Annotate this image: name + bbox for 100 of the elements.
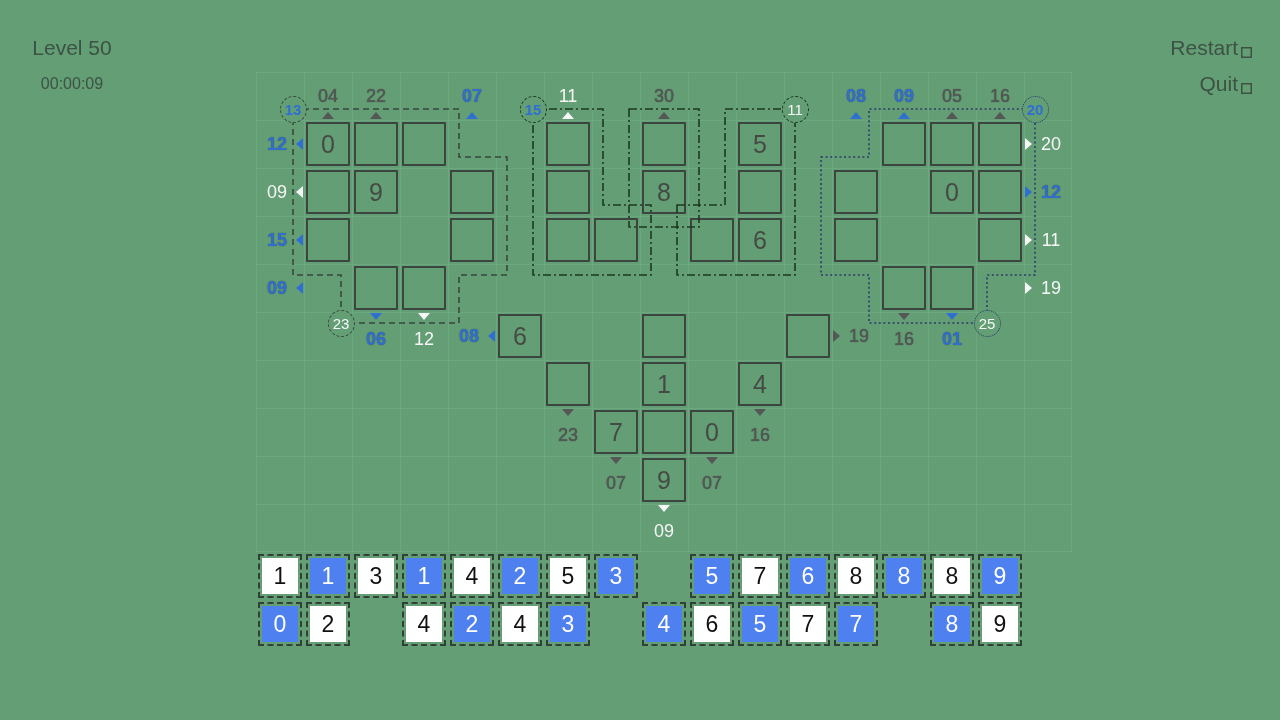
board-cell[interactable] [882,122,926,166]
board-cell[interactable] [642,122,686,166]
clue-number: 19 [1041,279,1061,297]
cage-total: 11 [781,95,809,123]
triangle-pointer-icon [994,112,1006,119]
board-cell: 9 [354,170,398,214]
board-cell[interactable] [978,218,1022,262]
number-tile[interactable]: 7 [738,554,782,598]
triangle-pointer-icon [1025,234,1032,246]
board-cell[interactable] [450,170,494,214]
triangle-pointer-icon [850,112,862,119]
number-tile[interactable]: 4 [450,554,494,598]
number-tile[interactable]: 5 [690,554,734,598]
number-tile[interactable]: 3 [546,602,590,646]
triangle-pointer-icon [706,457,718,464]
board-cell[interactable] [690,218,734,262]
board-cell: 7 [594,410,638,454]
number-tile[interactable]: 5 [546,554,590,598]
number-tile[interactable]: 7 [786,602,830,646]
cage-total: 25 [973,309,1001,337]
board-cell[interactable] [594,218,638,262]
board-cell: 0 [690,410,734,454]
board-cell[interactable] [354,266,398,310]
clue-number: 08 [459,327,479,345]
number-tile[interactable]: 9 [978,554,1022,598]
clue-number: 01 [942,330,962,348]
number-tile[interactable]: 1 [306,554,350,598]
number-tile[interactable]: 8 [882,554,926,598]
triangle-pointer-icon [488,330,495,342]
board-cell[interactable] [546,218,590,262]
level-title: Level 50 [32,36,112,60]
triangle-pointer-icon [1025,138,1032,150]
clue-number: 04 [318,87,338,105]
number-tile[interactable]: 4 [402,602,446,646]
triangle-pointer-icon [296,234,303,246]
board-cell[interactable] [738,170,782,214]
triangle-pointer-icon [754,409,766,416]
number-tile[interactable]: 1 [258,554,302,598]
number-tile[interactable]: 8 [930,602,974,646]
triangle-pointer-icon [370,313,382,320]
square-icon [1241,46,1252,58]
number-tile[interactable]: 7 [834,602,878,646]
board-cell[interactable] [930,266,974,310]
number-tile[interactable]: 8 [834,554,878,598]
triangle-pointer-icon [418,313,430,320]
board-cell[interactable] [978,170,1022,214]
board-cell: 9 [642,458,686,502]
board-cell[interactable] [546,170,590,214]
board-cell[interactable] [450,218,494,262]
board-cell[interactable] [546,362,590,406]
board-cell[interactable] [786,314,830,358]
board-cell[interactable] [978,122,1022,166]
board-cell[interactable] [834,218,878,262]
number-tile[interactable]: 4 [642,602,686,646]
number-tile[interactable]: 3 [594,554,638,598]
number-tile[interactable]: 6 [786,554,830,598]
cage-total: 13 [279,95,307,123]
clue-number: 15 [267,231,287,249]
number-tile[interactable]: 9 [978,602,1022,646]
triangle-pointer-icon [898,112,910,119]
board-cell[interactable] [546,122,590,166]
clue-number: 06 [366,330,386,348]
number-tile[interactable]: 2 [498,554,542,598]
board-cell: 6 [498,314,542,358]
board-cell: 0 [930,170,974,214]
clue-number: 09 [894,87,914,105]
triangle-pointer-icon [946,313,958,320]
board-cell[interactable] [306,170,350,214]
number-tile[interactable]: 5 [738,602,782,646]
number-tile[interactable]: 8 [930,554,974,598]
number-tile[interactable]: 6 [690,602,734,646]
board-cell[interactable] [354,122,398,166]
clue-number: 07 [462,87,482,105]
triangle-pointer-icon [370,112,382,119]
clue-number: 22 [366,87,386,105]
board-cell: 4 [738,362,782,406]
board-cell[interactable] [642,410,686,454]
board-cell: 6 [738,218,782,262]
board-cell[interactable] [930,122,974,166]
number-tile[interactable]: 2 [450,602,494,646]
clue-number: 20 [1041,135,1061,153]
clue-number: 23 [558,426,578,444]
board-cell[interactable] [834,170,878,214]
number-tile[interactable]: 4 [498,602,542,646]
triangle-pointer-icon [296,138,303,150]
board-cell[interactable] [642,314,686,358]
board-cell[interactable] [306,218,350,262]
number-tile[interactable]: 0 [258,602,302,646]
number-tile[interactable]: 2 [306,602,350,646]
number-tile[interactable]: 3 [354,554,398,598]
board-cell: 1 [642,362,686,406]
cage-total: 20 [1021,95,1049,123]
clue-number: 07 [606,474,626,492]
number-tile[interactable]: 1 [402,554,446,598]
menu-button[interactable]: Restart [1170,36,1252,60]
board-cell[interactable] [402,122,446,166]
clue-number: 09 [267,183,287,201]
menu-button[interactable]: Quit [1199,72,1252,96]
board-cell[interactable] [882,266,926,310]
board-cell[interactable] [402,266,446,310]
